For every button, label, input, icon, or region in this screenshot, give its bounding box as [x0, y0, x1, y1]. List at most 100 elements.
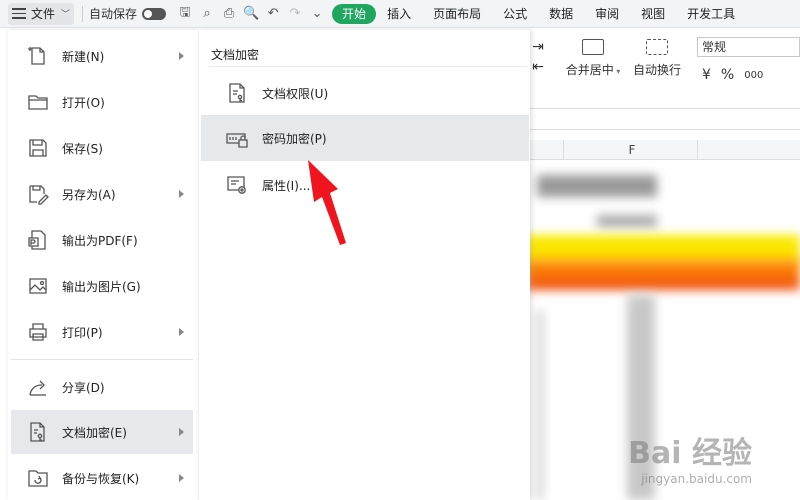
- tab-review[interactable]: 审阅: [584, 5, 630, 22]
- submenu-arrow-icon: [179, 428, 184, 436]
- submenu-divider: [209, 66, 527, 67]
- menu-item-share[interactable]: 分享(D): [11, 365, 193, 409]
- submenu-item-label: 文档权限(U): [262, 86, 329, 101]
- submenu-arrow-icon: [179, 328, 184, 336]
- tab-home[interactable]: 开始: [332, 3, 377, 24]
- new-file-icon: [27, 45, 49, 67]
- watermark-url: jingyan.baidu.com: [641, 472, 752, 486]
- submenu-item-properties[interactable]: 属性(I)...: [201, 162, 529, 208]
- auto-wrap-icon: [646, 39, 668, 55]
- merge-center-button[interactable]: 合并居中 ▾: [563, 39, 623, 78]
- document-permission-icon: [225, 81, 249, 105]
- tab-page-layout[interactable]: 页面布局: [422, 5, 492, 22]
- annotation-arrow-icon: [308, 160, 346, 245]
- hamburger-icon: [12, 8, 26, 19]
- percent-button[interactable]: %: [721, 67, 734, 85]
- menu-item-label: 打印(P): [62, 325, 103, 340]
- ribbon-panel: ⇥ ⇤ 合并居中 ▾ 自动换行 常规 ¥ % 000: [527, 29, 800, 95]
- print-quick-icon[interactable]: ⎙: [218, 6, 240, 21]
- submenu-arrow-icon: [179, 52, 184, 60]
- thousands-button[interactable]: 000: [744, 67, 763, 85]
- tab-formulas[interactable]: 公式: [492, 5, 538, 22]
- submenu-item-password-encrypt[interactable]: 密码加密(P): [201, 115, 529, 161]
- top-toolbar: 文件 ﹀ 自动保存 🖫 ⌕ ⎙ 🔍 ↶ ↷ ⌄ 开始 插入 页面布局 公式 数据…: [0, 0, 800, 28]
- menu-item-label: 分享(D): [62, 380, 105, 395]
- file-menu: 新建(N) 打开(O) 保存(S) 另存为(A) 输出为PDF(F) 输出为图片…: [8, 30, 198, 500]
- submenu-item-label: 密码加密(P): [262, 131, 327, 146]
- merge-center-label: 合并居中: [565, 63, 614, 77]
- document-encrypt-icon: [27, 421, 49, 443]
- menu-item-new[interactable]: 新建(N): [11, 34, 193, 78]
- customize-dropdown-icon[interactable]: ⌄: [306, 6, 328, 21]
- blurred-orange-row: [527, 260, 800, 290]
- password-lock-icon: [225, 126, 249, 150]
- column-header-f[interactable]: F: [627, 140, 637, 160]
- menu-item-document-encrypt[interactable]: 文档加密(E): [11, 410, 193, 454]
- file-menu-button[interactable]: 文件 ﹀: [8, 2, 75, 25]
- print-icon: [27, 321, 49, 343]
- blurred-title: [537, 175, 657, 197]
- print-preview-icon[interactable]: 🔍: [240, 6, 262, 21]
- file-menu-label: 文件: [31, 7, 56, 21]
- image-export-icon: [27, 275, 49, 297]
- autosave-label: 自动保存: [89, 7, 138, 21]
- menu-item-label: 备份与恢复(K): [62, 471, 140, 486]
- tab-insert[interactable]: 插入: [376, 5, 422, 22]
- chevron-down-icon: ﹀: [61, 10, 71, 20]
- menu-item-label: 打开(O): [62, 95, 105, 110]
- submenu-arrow-icon: [179, 190, 184, 198]
- redo-icon[interactable]: ↷: [284, 6, 306, 21]
- autosave-control[interactable]: 自动保存: [89, 5, 167, 22]
- menu-item-open[interactable]: 打开(O): [11, 80, 193, 124]
- submenu-title: 文档加密: [211, 48, 260, 62]
- tab-data[interactable]: 数据: [538, 5, 584, 22]
- undo-icon[interactable]: ↶: [262, 6, 284, 21]
- column-header-row: F: [527, 140, 800, 160]
- ribbon-tabs: 开始 插入 页面布局 公式 数据 审阅 视图 开发工具: [332, 3, 746, 24]
- share-icon: [27, 376, 49, 398]
- menu-divider: [11, 359, 193, 360]
- menu-item-label: 输出为图片(G): [62, 279, 141, 294]
- menu-item-label: 新建(N): [62, 49, 105, 64]
- menu-item-label: 输出为PDF(F): [62, 233, 138, 248]
- properties-gear-icon: [225, 173, 249, 197]
- quick-access-icons: 🖫 ⌕ ⎙ 🔍 ↶ ↷ ⌄: [174, 3, 328, 25]
- save-as-icon: [27, 183, 49, 205]
- menu-item-export-pdf[interactable]: 输出为PDF(F): [11, 218, 193, 262]
- toolbar-divider: [82, 5, 84, 22]
- pdf-export-icon: [27, 229, 49, 251]
- save-icon: [27, 137, 49, 159]
- format-painter-icon[interactable]: ⌕: [196, 6, 218, 21]
- backup-restore-icon: [27, 467, 49, 489]
- formula-bar[interactable]: [527, 108, 800, 130]
- menu-item-export-image[interactable]: 输出为图片(G): [11, 264, 193, 308]
- align-icon-2: ⇤: [532, 59, 544, 75]
- baidu-watermark: Bai 经验 jingyan.baidu.com: [628, 428, 752, 486]
- autosave-toggle[interactable]: [142, 7, 167, 20]
- watermark-brand: Bai 经验: [628, 436, 752, 471]
- menu-item-label: 另存为(A): [62, 187, 116, 202]
- merge-center-icon: [582, 39, 604, 55]
- menu-item-save-as[interactable]: 另存为(A): [11, 172, 193, 216]
- menu-item-print[interactable]: 打印(P): [11, 310, 193, 354]
- submenu-arrow-icon: [179, 474, 184, 482]
- document-encrypt-submenu: 文档加密 文档权限(U) 密码加密(P) 属性(I)...: [198, 30, 530, 500]
- align-button[interactable]: ⇥ ⇤: [527, 39, 549, 79]
- submenu-item-document-permission[interactable]: 文档权限(U): [201, 70, 529, 116]
- menu-item-label: 文档加密(E): [62, 425, 127, 440]
- tab-view[interactable]: 视图: [630, 5, 676, 22]
- auto-wrap-button[interactable]: 自动换行: [631, 39, 683, 78]
- column-divider: [563, 140, 564, 160]
- currency-button[interactable]: ¥: [702, 67, 711, 85]
- number-format-select[interactable]: 常规: [697, 37, 800, 57]
- menu-item-save[interactable]: 保存(S): [11, 126, 193, 170]
- menu-item-backup-restore[interactable]: 备份与恢复(K): [11, 456, 193, 500]
- folder-open-icon: [27, 91, 49, 113]
- blurred-column-edge: [537, 310, 543, 500]
- tab-developer[interactable]: 开发工具: [676, 5, 746, 22]
- blurred-text: [597, 215, 657, 227]
- save-quick-icon[interactable]: 🖫: [174, 3, 196, 25]
- column-divider: [697, 140, 698, 160]
- number-format-buttons: ¥ % 000: [702, 67, 763, 85]
- align-icon: ⇥: [532, 39, 544, 55]
